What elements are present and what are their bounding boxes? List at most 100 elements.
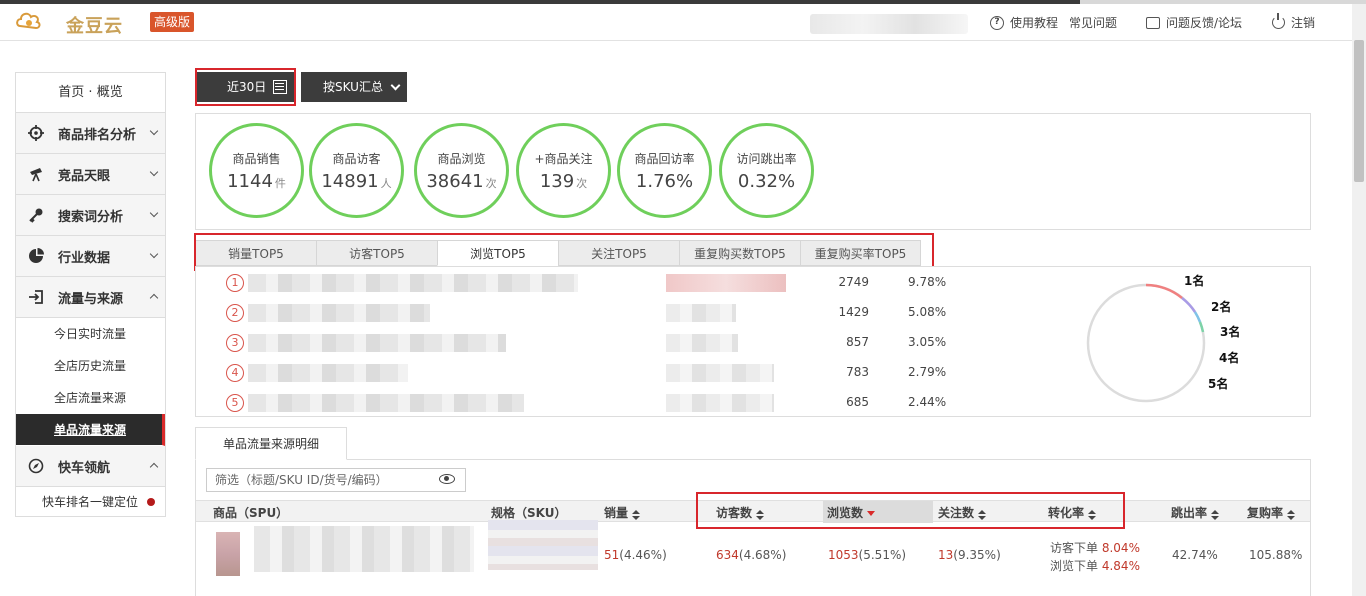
list-item[interactable]: 5 685 2.44% <box>196 391 956 415</box>
donut-label-3: 3名 <box>1220 325 1241 339</box>
donut-segment-1 <box>1145 283 1183 299</box>
logo-text: 金豆云 <box>66 16 123 37</box>
col-sales[interactable]: 销量 <box>604 504 641 521</box>
sku-spec-blurred <box>488 520 598 570</box>
col-repurchase[interactable]: 复购率 <box>1247 504 1296 521</box>
sidebar-item-realtime[interactable]: 今日实时流量 <box>16 318 165 350</box>
donut-label-2: 2名 <box>1211 300 1232 314</box>
eye-icon[interactable] <box>439 474 455 484</box>
cloud-logo-icon <box>16 12 41 30</box>
sidebar-group-keyword[interactable]: 搜索词分析 <box>16 195 165 236</box>
list-item[interactable]: 3 857 3.05% <box>196 331 956 355</box>
faq-link[interactable]: 常见问题 <box>1069 14 1117 31</box>
edition-badge: 高级版 <box>150 12 195 32</box>
product-extra-blurred <box>666 394 774 412</box>
page-scrollbar[interactable] <box>1352 4 1366 596</box>
status-dot <box>147 498 155 506</box>
product-title-blurred <box>248 274 578 292</box>
question-icon: ? <box>990 15 1004 30</box>
scrollbar-thumb[interactable] <box>1354 40 1364 182</box>
tab-item-source-detail[interactable]: 单品流量来源明细 <box>195 427 347 460</box>
cell-visitors: 634(4.68%) <box>716 548 787 562</box>
product-extra-blurred <box>666 364 774 382</box>
product-extra-blurred <box>666 304 736 322</box>
user-name-blurred <box>810 14 968 34</box>
highlight-box-date <box>195 68 296 106</box>
cell-sales: 51(4.46%) <box>604 548 667 562</box>
col-sku: 规格（SKU） <box>491 506 567 520</box>
telescope-icon <box>28 166 44 182</box>
donut-label-1: 1名 <box>1184 274 1205 288</box>
pie-chart-icon <box>28 248 44 264</box>
sidebar: 首页 · 概览 商品排名分析 竞品天眼 搜索词分析 行业数据 流量与来源 今日实… <box>15 72 166 517</box>
sidebar-group-industry[interactable]: 行业数据 <box>16 236 165 277</box>
sidebar-item-item-source[interactable]: 单品流量来源 <box>16 414 165 446</box>
crosshair-icon <box>28 125 44 141</box>
donut-segment-2 <box>1181 297 1197 313</box>
donut-segment-3 <box>1193 311 1202 323</box>
sort-icon <box>1211 510 1220 520</box>
header: 金豆云 高级版 ? 使用教程 常见问题 问题反馈/论坛 注销 <box>0 4 1352 41</box>
rank-badge: 5 <box>226 394 244 412</box>
chevron-down-icon <box>390 80 401 91</box>
rank-badge: 1 <box>226 274 244 292</box>
sidebar-group-traffic[interactable]: 流量与来源 <box>16 277 165 318</box>
product-title-blurred <box>248 364 408 382</box>
power-icon <box>1272 13 1285 29</box>
chevron-down-icon <box>149 167 159 177</box>
cell-conv-visit: 访客下单 8.04% <box>1050 541 1140 555</box>
rank-badge: 4 <box>226 364 244 382</box>
sidebar-group-competitor[interactable]: 竞品天眼 <box>16 154 165 195</box>
cell-views: 1053(5.51%) <box>828 548 907 562</box>
donut-label-5: 5名 <box>1208 377 1229 391</box>
product-extra-blurred <box>666 274 786 292</box>
sort-icon <box>1287 510 1296 520</box>
list-item[interactable]: 2 1429 5.08% <box>196 301 956 325</box>
key-icon <box>28 207 44 223</box>
compass-icon <box>28 458 44 474</box>
product-title-blurred <box>248 394 524 412</box>
ranking-donut-chart <box>1086 283 1206 403</box>
metrics-panel: 商品销售 1144 件 商品访客 14891 人 商品浏览 38641 次 +商品关注… <box>195 113 1311 230</box>
product-extra-blurred <box>666 334 738 352</box>
login-icon <box>28 289 44 305</box>
metric-sales: 商品销售 1144 件 <box>209 123 304 218</box>
rank-badge: 3 <box>226 334 244 352</box>
cell-follows: 13(9.35%) <box>938 548 1001 562</box>
donut-segment-4 <box>1198 321 1205 333</box>
sort-icon <box>632 510 641 520</box>
sidebar-group-express[interactable]: 快车领航 <box>16 446 165 487</box>
col-product: 商品（SPU） <box>213 506 289 520</box>
chevron-up-icon <box>149 293 159 303</box>
group-by-dropdown[interactable]: 按SKU汇总 <box>301 72 407 102</box>
top5-list-panel: 1 2749 9.78% 2 1429 5.08% 3 857 3.05% 4 … <box>195 266 1311 417</box>
sidebar-item-store-source[interactable]: 全店流量来源 <box>16 382 165 414</box>
chat-icon <box>1146 16 1160 29</box>
rank-badge: 2 <box>226 304 244 322</box>
filter-input[interactable]: 筛选（标题/SKU ID/货号/编码） <box>206 468 466 492</box>
highlight-box-columns <box>696 492 1125 529</box>
list-item[interactable]: 4 783 2.79% <box>196 361 956 385</box>
col-bounce[interactable]: 跳出率 <box>1171 504 1220 521</box>
product-title-blurred <box>248 334 506 352</box>
list-item[interactable]: 1 2749 9.78% <box>196 271 956 295</box>
cell-conv-view: 浏览下单 4.84% <box>1050 559 1140 573</box>
tutorial-link[interactable]: ? 使用教程 <box>990 14 1058 31</box>
sidebar-item-express-rank[interactable]: 快车排名一键定位 <box>16 487 165 517</box>
sidebar-home[interactable]: 首页 · 概览 <box>16 73 165 113</box>
product-title-blurred <box>254 526 474 572</box>
donut-label-4: 4名 <box>1219 351 1240 365</box>
feedback-link[interactable]: 问题反馈/论坛 <box>1146 14 1242 31</box>
metric-views: 商品浏览 38641 次 <box>414 123 509 218</box>
sidebar-group-ranking[interactable]: 商品排名分析 <box>16 113 165 154</box>
product-thumbnail[interactable] <box>216 532 240 576</box>
chevron-down-icon <box>149 208 159 218</box>
product-title-blurred <box>248 304 430 322</box>
sidebar-item-history[interactable]: 全店历史流量 <box>16 350 165 382</box>
cell-repurchase: 105.88% <box>1249 548 1303 562</box>
metric-visitors: 商品访客 14891 人 <box>309 123 404 218</box>
metric-bounce-rate: 访问跳出率 0.32% <box>719 123 814 218</box>
chevron-up-icon <box>149 462 159 472</box>
logout-link[interactable]: 注销 <box>1272 13 1315 31</box>
metric-revisit-rate: 商品回访率 1.76% <box>617 123 712 218</box>
